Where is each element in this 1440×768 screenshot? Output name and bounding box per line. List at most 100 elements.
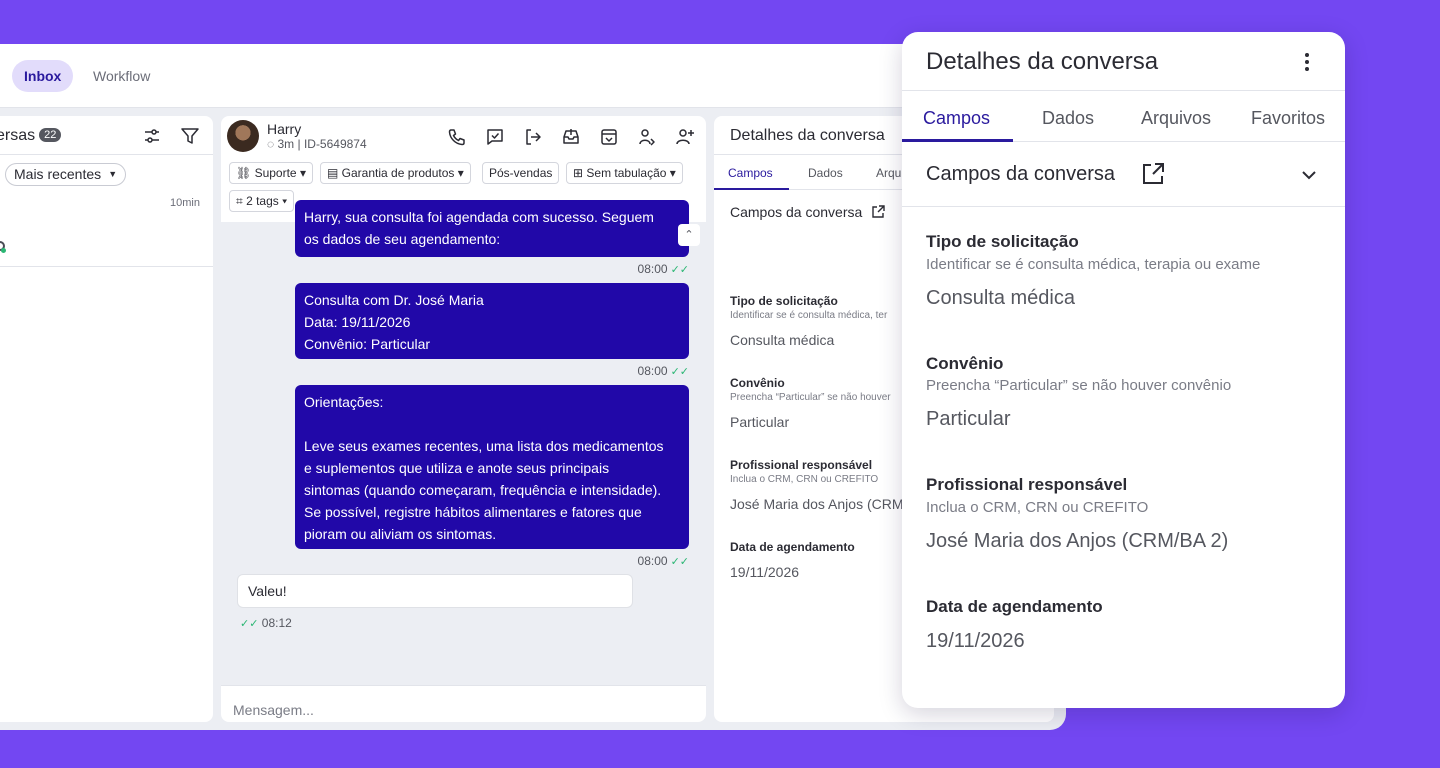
- chevron-up-icon[interactable]: ⌃: [678, 224, 700, 246]
- fields-section-title[interactable]: Campos da conversa: [926, 163, 1115, 186]
- category-chip[interactable]: Pós-vendas: [482, 162, 560, 184]
- message-input[interactable]: Mensagem...: [233, 702, 314, 718]
- fields-section-title-text: Campos da conversa: [730, 204, 863, 220]
- divider: [0, 154, 213, 155]
- chat-panel: Harry ◌ 3m | ID-5649874 ⛓ Suporte ▾ ▤ Ga…: [221, 116, 706, 722]
- inbox-download-icon[interactable]: [561, 127, 581, 147]
- caret-down-icon: ▼: [108, 169, 118, 179]
- conversation-item-time: 10min: [170, 197, 200, 209]
- message-time-text: 08:12: [261, 616, 292, 630]
- active-tab-indicator: [902, 139, 1013, 142]
- field-label: Data de agendamento: [926, 597, 1103, 616]
- message-composer: Mensagem...: [221, 685, 706, 722]
- archive-icon[interactable]: [599, 127, 619, 147]
- conversation-list-panel: ersas 22 Mais recentes ▼ 10min: [0, 116, 213, 722]
- field-value[interactable]: 19/11/2026: [926, 630, 1025, 653]
- conversation-details-card: Detalhes da conversa Campos Dados Arquiv…: [902, 32, 1345, 708]
- team-chip[interactable]: ⛓ Suporte ▾: [229, 162, 313, 184]
- category-chip-label: Pós-vendas: [489, 166, 553, 180]
- read-check-icon: ✓✓: [670, 556, 689, 568]
- card-title: Detalhes da conversa: [926, 48, 1159, 75]
- online-status-dot: [1, 248, 6, 253]
- fields-section-title[interactable]: Campos da conversa: [730, 204, 886, 220]
- sort-dropdown[interactable]: Mais recentes ▼: [5, 163, 127, 186]
- tab-workflow[interactable]: Workflow: [81, 60, 162, 92]
- message-bubble-incoming: Valeu!: [237, 574, 633, 608]
- field-value[interactable]: Consulta médica: [926, 287, 1075, 310]
- message-time: 08:00 ✓✓: [638, 262, 689, 276]
- tags-chip-label: 2 tags: [246, 194, 279, 208]
- contact-meta: ◌ 3m | ID-5649874: [267, 137, 367, 151]
- message-time: 08:00 ✓✓: [638, 554, 689, 568]
- queue-chip-label: Garantia de produtos: [341, 166, 455, 180]
- card-tabs: Campos Dados Arquivos Favoritos: [902, 90, 1345, 142]
- divider: [902, 206, 1345, 207]
- field-hint: Preencha “Particular” se não houver: [730, 392, 891, 403]
- conversation-list-title: ersas 22: [0, 127, 62, 145]
- filter-icon[interactable]: [180, 126, 200, 146]
- field-value[interactable]: Particular: [926, 408, 1010, 431]
- details-panel-title: Detalhes da conversa: [730, 127, 885, 144]
- tab-dados[interactable]: Dados: [1042, 108, 1094, 129]
- external-link-icon[interactable]: [1140, 161, 1166, 187]
- field-label: Profissional responsável: [730, 458, 873, 472]
- tab-campos[interactable]: Campos: [728, 166, 773, 180]
- message-time-text: 08:00: [637, 364, 668, 378]
- message-bubble-outgoing: Orientações: Leve seus exames recentes, …: [295, 385, 689, 549]
- message-bubble-outgoing: Consulta com Dr. José Maria Data: 19/11/…: [295, 283, 689, 359]
- field-value[interactable]: Particular: [730, 414, 789, 430]
- field-value[interactable]: José Maria dos Anjos (CRM/BA 2): [926, 530, 1228, 553]
- filter-settings-icon[interactable]: [142, 126, 162, 146]
- team-chip-label: Suporte: [254, 166, 297, 180]
- field-label: Tipo de solicitação: [730, 294, 838, 308]
- field-hint: Preencha “Particular” se não houver conv…: [926, 377, 1232, 394]
- conversation-list-title-text: ersas: [0, 127, 36, 144]
- transfer-user-icon[interactable]: [637, 127, 657, 147]
- read-check-icon: ✓✓: [670, 366, 689, 378]
- tabulation-chip-label: Sem tabulação: [586, 166, 667, 180]
- chevron-down-icon[interactable]: [1299, 165, 1319, 185]
- message-time-text: 08:00: [637, 262, 668, 276]
- field-label: Convênio: [730, 376, 785, 390]
- message-check-icon[interactable]: [485, 127, 505, 147]
- field-label: Tipo de solicitação: [926, 232, 1079, 251]
- add-user-icon[interactable]: [675, 127, 695, 147]
- divider: [0, 266, 213, 267]
- field-hint: Inclua o CRM, CRN ou CREFITO: [730, 474, 879, 485]
- tab-dados[interactable]: Dados: [808, 166, 843, 180]
- more-options-icon[interactable]: [1297, 50, 1317, 74]
- tab-inbox[interactable]: Inbox: [12, 60, 74, 92]
- message-time: 08:00 ✓✓: [638, 364, 689, 378]
- tab-favoritos[interactable]: Favoritos: [1251, 108, 1325, 129]
- field-value[interactable]: Consulta médica: [730, 332, 834, 348]
- message-time-text: 08:00: [637, 554, 668, 568]
- sort-dropdown-label: Mais recentes: [14, 166, 102, 182]
- contact-meta-text: 3m | ID-5649874: [277, 137, 367, 151]
- queue-chip[interactable]: ▤ Garantia de produtos ▾: [320, 162, 471, 184]
- field-label: Profissional responsável: [926, 475, 1128, 494]
- tab-campos[interactable]: Campos: [923, 108, 990, 129]
- message-bubble-outgoing: Harry, sua consulta foi agendada com suc…: [295, 200, 689, 257]
- field-value[interactable]: 19/11/2026: [730, 564, 799, 580]
- read-check-icon: ✓✓: [670, 264, 689, 276]
- contact-avatar[interactable]: [227, 120, 259, 152]
- whatsapp-icon: ◌: [267, 137, 275, 151]
- field-hint: Identificar se é consulta médica, terapi…: [926, 256, 1261, 273]
- external-link-icon[interactable]: [870, 204, 886, 220]
- tabulation-chip[interactable]: ⊞ Sem tabulação ▾: [566, 162, 683, 184]
- tags-chip[interactable]: ⌗ 2 tags ▾: [229, 190, 295, 212]
- tab-arquivos[interactable]: Arqu: [876, 166, 901, 180]
- read-check-icon: ✓✓: [240, 618, 259, 630]
- message-time: ✓✓ 08:12: [237, 616, 292, 630]
- field-hint: Inclua o CRM, CRN ou CREFITO: [926, 499, 1149, 516]
- phone-icon[interactable]: [447, 127, 467, 147]
- message-list[interactable]: Harry, sua consulta foi agendada com suc…: [221, 200, 706, 642]
- field-hint: Identificar se é consulta médica, ter: [730, 310, 888, 321]
- tab-arquivos[interactable]: Arquivos: [1141, 108, 1211, 129]
- contact-name: Harry: [267, 121, 302, 137]
- exit-icon[interactable]: [523, 127, 543, 147]
- conversation-count-badge: 22: [39, 128, 62, 142]
- field-label: Data de agendamento: [730, 540, 855, 554]
- field-label: Convênio: [926, 354, 1004, 373]
- field-value[interactable]: José Maria dos Anjos (CRM: [730, 496, 904, 512]
